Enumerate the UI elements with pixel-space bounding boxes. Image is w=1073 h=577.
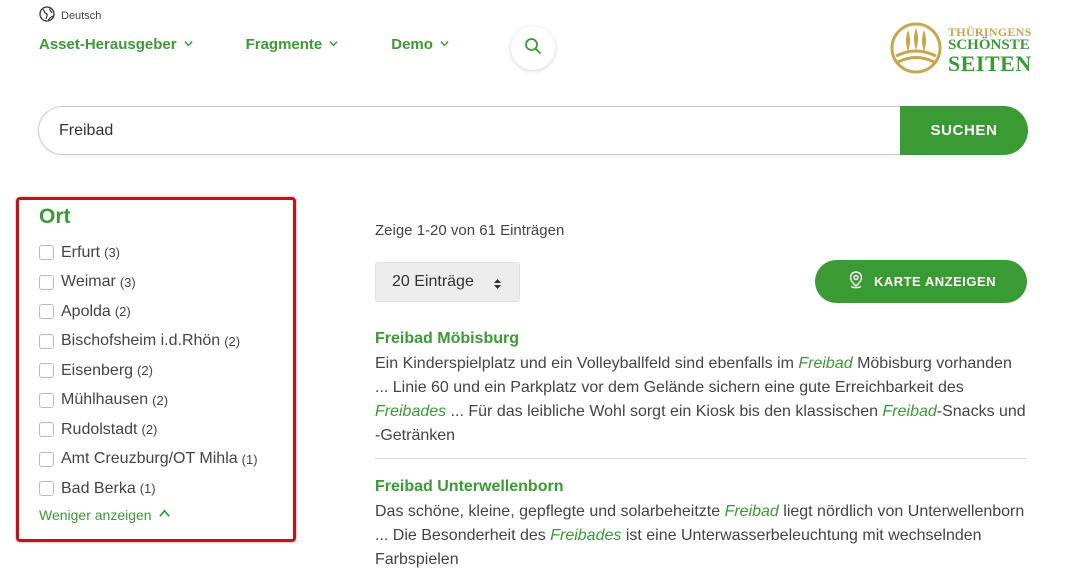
filter-title: Ort (39, 205, 71, 228)
search-bar: SUCHEN (38, 106, 1028, 155)
show-map-label: KARTE ANZEIGEN (873, 274, 997, 289)
filter-option-label: Apolda (61, 302, 111, 320)
result-title-link[interactable]: Freibad Möbisburg (375, 330, 1027, 348)
map-pin-icon (846, 270, 866, 293)
location-filter-panel: Ort Erfurt (3) Weimar (3) Apolda (2) Bis… (16, 197, 296, 542)
filter-option-eisenberg[interactable]: Eisenberg (2) (39, 356, 258, 386)
filter-option-label: Eisenberg (61, 361, 134, 379)
filter-option-label: Amt Creuzburg/OT Mihla (61, 450, 238, 468)
filter-option-amt-creuzburg[interactable]: Amt Creuzburg/OT Mihla (1) (39, 445, 258, 475)
filter-option-label: Weimar (61, 273, 116, 291)
logo-wordmark: THÜRINGENS SCHÖNSTE SEITEN (948, 26, 1032, 75)
result-item: Freibad Unterwellenborn Das schöne, klei… (375, 478, 1027, 572)
search-term-highlight: Freibad (798, 355, 853, 372)
nav-item-fragmente[interactable]: Fragmente (246, 36, 340, 53)
filter-option-count: (1) (241, 451, 258, 467)
filter-option-label: Mühlhausen (61, 391, 149, 409)
show-less-link[interactable]: Weniger anzeigen (39, 507, 171, 523)
filter-option-weimar[interactable]: Weimar (3) (39, 268, 258, 298)
filter-option-label: Rudolstadt (61, 420, 138, 438)
filter-option-label: Bischofsheim i.d.Rhön (61, 332, 221, 350)
nav-item-label: Asset-Herausgeber (39, 36, 177, 53)
chevron-down-icon (439, 36, 450, 53)
chevron-down-icon (183, 36, 194, 53)
filter-option-bad-berka[interactable]: Bad Berka (1) (39, 474, 258, 504)
language-switcher[interactable]: Deutsch (39, 6, 101, 25)
filter-option-rudolstadt[interactable]: Rudolstadt (2) (39, 415, 258, 445)
search-term-highlight: Freibades (375, 403, 447, 420)
checkbox[interactable] (39, 363, 54, 379)
per-page-value: 20 Einträge (392, 273, 474, 290)
checkbox[interactable] (39, 422, 54, 438)
checkbox[interactable] (39, 333, 54, 349)
filter-option-count: (2) (152, 392, 169, 408)
filter-option-label: Erfurt (61, 243, 101, 261)
filter-option-bischofsheim[interactable]: Bischofsheim i.d.Rhön (2) (39, 327, 258, 357)
result-divider (375, 458, 1027, 459)
sort-caret-icon (494, 277, 501, 295)
filter-option-count: (2) (141, 422, 158, 438)
filter-option-muehlhausen[interactable]: Mühlhausen (2) (39, 386, 258, 416)
search-term-highlight: Freibades (550, 527, 622, 544)
checkbox[interactable] (39, 304, 54, 320)
checkbox[interactable] (39, 451, 54, 467)
search-icon (524, 37, 542, 60)
filter-option-count: (1) (139, 481, 156, 497)
filter-option-count: (3) (104, 245, 121, 261)
result-snippet: Ein Kinderspielplatz und ein Volleyballf… (375, 355, 1026, 444)
nav-item-asset-herausgeber[interactable]: Asset-Herausgeber (39, 36, 194, 53)
nav-item-demo[interactable]: Demo (391, 36, 450, 53)
nav-item-label: Fragmente (245, 36, 323, 53)
logo-mark-icon (890, 22, 942, 79)
filter-option-count: (3) (119, 274, 136, 290)
filter-option-count: (2) (114, 304, 131, 320)
filter-option-label: Bad Berka (61, 479, 136, 497)
filter-option-count: (2) (137, 363, 153, 379)
nav-item-label: Demo (391, 36, 433, 53)
search-input[interactable] (38, 106, 900, 155)
language-label: Deutsch (61, 9, 102, 22)
checkbox[interactable] (39, 481, 54, 497)
checkbox[interactable] (39, 392, 54, 408)
checkbox[interactable] (39, 274, 54, 290)
result-title-link[interactable]: Freibad Unterwellenborn (375, 478, 1027, 496)
globe-icon (39, 6, 55, 25)
main-nav: Asset-Herausgeber Fragmente Demo (39, 26, 555, 70)
filter-option-apolda[interactable]: Apolda (2) (39, 297, 258, 327)
logo-line-3: SEITEN (948, 51, 1032, 76)
checkbox[interactable] (39, 245, 54, 261)
filter-option-count: (2) (224, 333, 241, 349)
per-page-select[interactable]: 20 Einträge (375, 262, 520, 302)
search-term-highlight: Freibad (882, 403, 937, 420)
filter-list: Erfurt (3) Weimar (3) Apolda (2) Bischof… (39, 238, 258, 504)
show-less-label: Weniger anzeigen (39, 507, 152, 523)
search-button[interactable]: SUCHEN (900, 106, 1028, 155)
result-snippet: Das schöne, kleine, gepflegte und solarb… (375, 503, 1025, 568)
filter-option-erfurt[interactable]: Erfurt (3) (39, 238, 258, 268)
nav-search-button[interactable] (511, 26, 555, 70)
show-map-button[interactable]: KARTE ANZEIGEN (815, 260, 1027, 303)
chevron-down-icon (328, 36, 339, 53)
search-term-highlight: Freibad (724, 503, 779, 520)
results-count: Zeige 1-20 von 61 Einträgen (375, 222, 565, 239)
chevron-up-icon (158, 507, 171, 523)
site-logo[interactable]: THÜRINGENS SCHÖNSTE SEITEN (890, 22, 1032, 79)
result-item: Freibad Möbisburg Ein Kinderspielplatz u… (375, 330, 1027, 448)
